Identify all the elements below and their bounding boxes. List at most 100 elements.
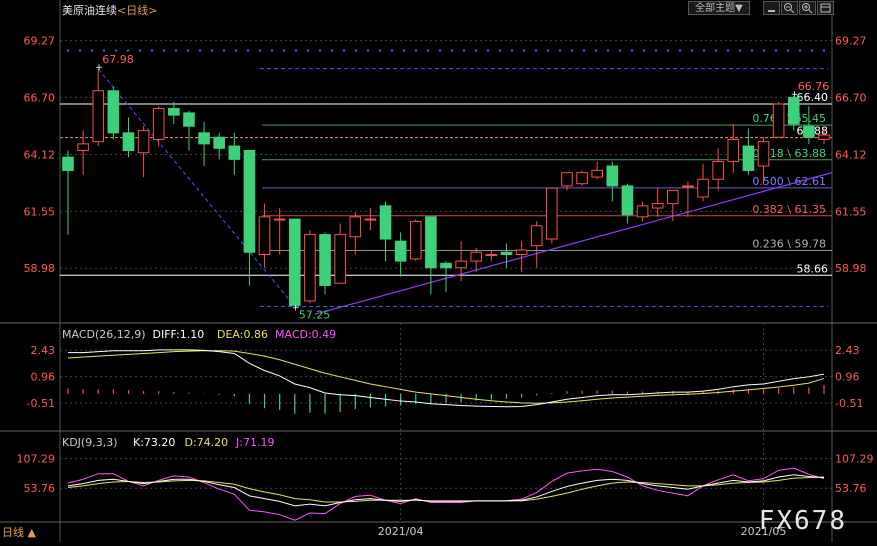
reference-dot [246,49,250,52]
candle-body [425,216,437,269]
reference-dot [318,49,322,52]
price-tick-right: 69.27 [835,35,867,48]
chart-stage: 66.4064.8858.660.764 \ 65.450.618 \ 63.8… [0,0,877,542]
reference-dot [210,49,214,52]
candle-body [455,260,467,269]
reference-dot [534,49,538,52]
extreme-marker: + [95,63,103,73]
chart-canvas: 66.4064.8858.660.764 \ 65.450.618 \ 63.8… [0,0,877,542]
extreme-marker: + [791,90,799,100]
candle-body [349,216,362,238]
reference-dot [450,49,454,52]
candle-body [62,156,74,171]
candle-body [198,132,210,145]
minimize-icon[interactable] [763,1,780,15]
candle-body [787,96,800,125]
candle-body [394,240,407,262]
candle-body [334,234,346,284]
macd-panel: MACD(26,12,9) DIFF:1.10 DEA:0.86 MACD:0.49 [62,328,825,414]
dropdown-arrow-icon: ▼ [735,3,743,14]
reference-dot [402,49,406,52]
period-label[interactable]: <日线> [117,4,157,17]
reference-dot [306,49,310,52]
candle-body [803,125,815,138]
reference-dot [222,49,226,52]
reference-dot [234,49,238,52]
settings-icon[interactable] [817,1,834,15]
magnifier-plus-icon [802,3,813,14]
candle-body [289,218,301,306]
candle-body [137,130,150,154]
price-tick-left: 61.55 [24,205,56,218]
j-line [67,467,825,521]
reference-dot [126,49,130,52]
price-tick-right: 61.55 [835,205,867,218]
reference-dot [378,49,382,52]
reference-dot [174,49,178,52]
candle-body [546,187,558,240]
candle-body [621,185,634,216]
candle-body [576,172,588,185]
reference-dot [66,49,70,52]
fib-level-label: 0.236 \ 59.78 [752,238,826,251]
candle-body [530,225,543,247]
reference-dot [198,49,202,52]
reference-dot [90,49,94,52]
reference-dot [282,49,286,52]
reference-dot [366,49,370,52]
reference-dot [390,49,394,52]
candle-body [727,138,740,163]
reference-dot [702,49,706,52]
all-themes-button[interactable]: 全部主题▼ [688,1,750,15]
candle-body [168,107,180,116]
reference-dot [690,49,694,52]
macd-tick-right: -0.51 [835,397,863,410]
candle-body [183,112,195,127]
instrument-title: 美原油连续 [62,4,117,17]
reference-dot [330,49,334,52]
reference-dot [630,49,634,52]
reference-dot [786,49,790,52]
horizontal-level-label: 58.66 [797,262,829,275]
price-tick-left: 64.12 [24,148,56,161]
extreme-price-label: 67.98 [102,53,133,66]
reference-dot [426,49,430,52]
kdj-tick-left: 107.29 [17,453,56,466]
candle-body [500,251,513,255]
extreme-marker: + [292,303,300,313]
reference-dot [822,49,826,52]
macd-legend-item: DEA:0.86 [217,328,268,341]
reference-dot [798,49,802,52]
candle-body [379,205,392,240]
extreme-price-label: 66.76 [798,80,830,93]
zoom-out-icon[interactable] [781,1,798,15]
candle-body [636,205,649,218]
candle-body [258,216,271,255]
reference-dot [186,49,190,52]
reference-dot [414,49,418,52]
reference-dot [270,49,274,52]
candle-body [470,251,483,262]
reference-dot [654,49,658,52]
reference-dot [510,49,514,52]
candle-body [818,134,830,140]
candle-body [712,161,724,180]
zoom-in-icon[interactable] [799,1,816,15]
candle-body [742,145,755,171]
candle-body [152,107,165,140]
panel-icon [820,3,831,13]
period-selector[interactable]: 日线 ▲ [2,524,36,540]
reference-dot [462,49,466,52]
price-tick-right: 66.70 [835,91,867,104]
reference-dot [258,49,262,52]
candle-body [409,220,422,260]
macd-tick-left: 0.96 [31,371,56,384]
reference-dot [750,49,754,52]
reference-dot [810,49,814,52]
candle-body [243,150,256,253]
reference-dot [570,49,574,52]
fib-level-label: 0.382 \ 61.35 [752,203,826,216]
all-themes-label: 全部主题 [695,3,736,14]
reference-dot [558,49,562,52]
reference-dot [78,49,82,52]
